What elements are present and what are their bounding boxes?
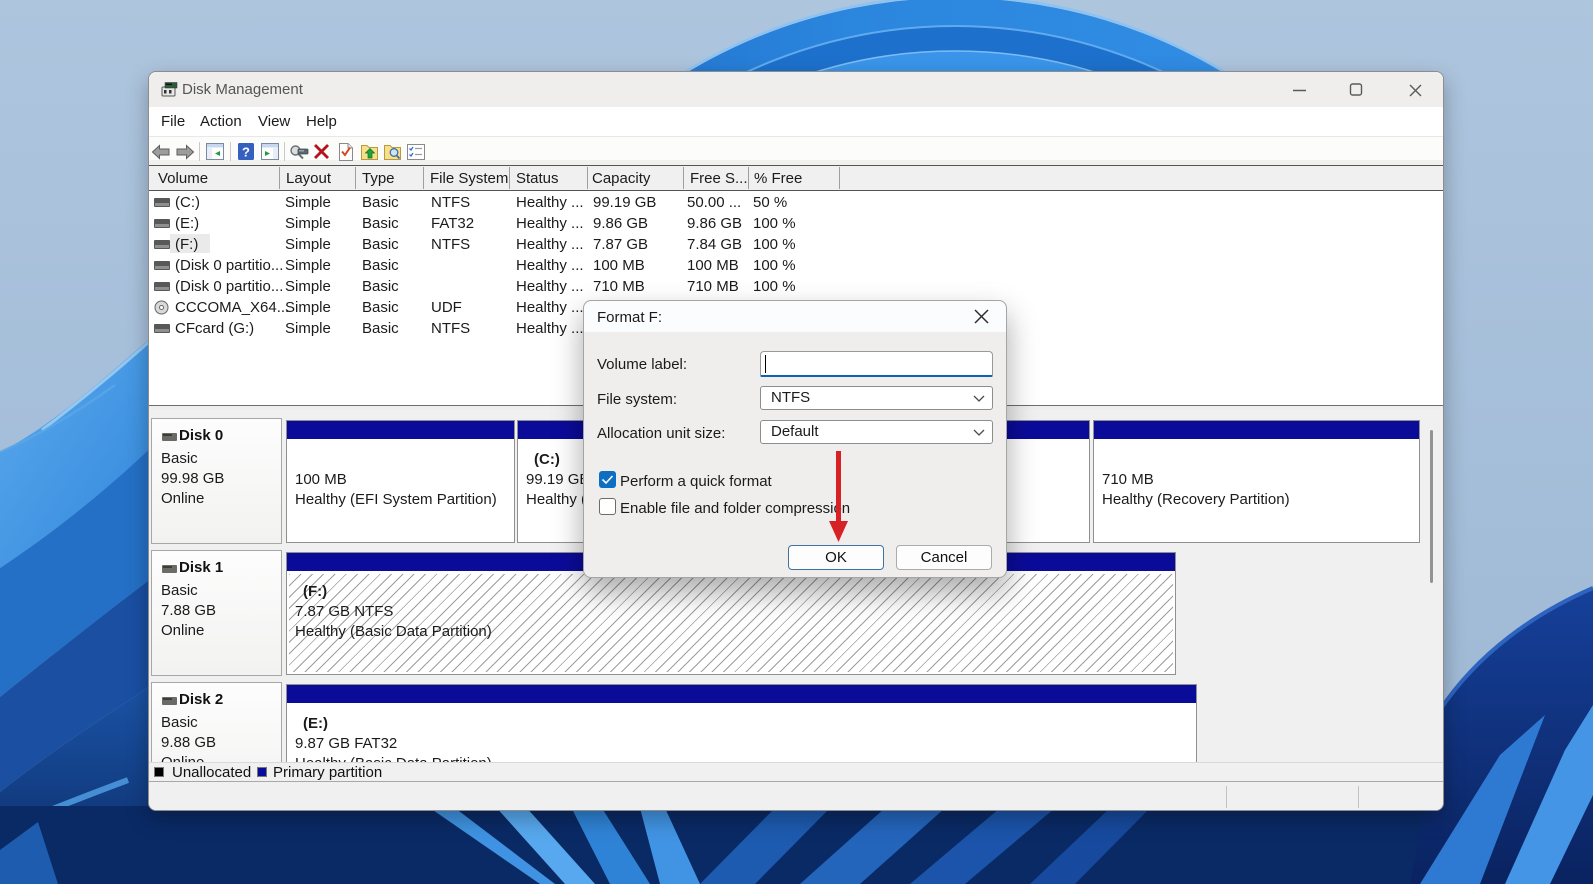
svg-text:?: ? bbox=[242, 145, 250, 160]
